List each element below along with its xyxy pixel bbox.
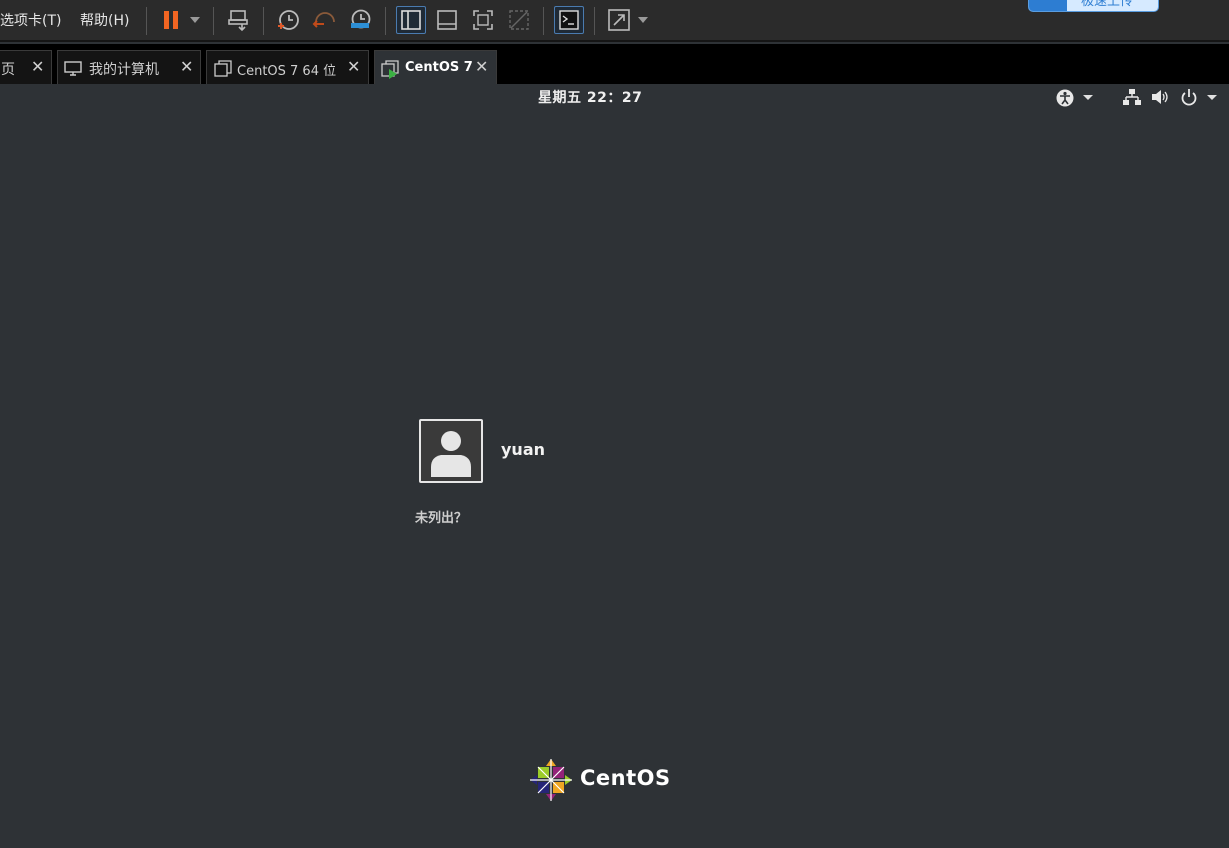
network-icon[interactable] xyxy=(1123,88,1141,106)
toolbar-separator xyxy=(543,7,544,35)
vm-icon xyxy=(214,60,232,77)
revert-snapshot-icon xyxy=(312,12,335,28)
tab-label: CentOS 7 xyxy=(405,60,473,75)
pause-button[interactable] xyxy=(156,6,186,34)
send-keys-icon xyxy=(228,10,248,32)
accessibility-icon[interactable] xyxy=(1055,88,1075,108)
close-icon[interactable]: ✕ xyxy=(180,57,193,76)
top-bar-clock[interactable]: 星期五 22：27 xyxy=(538,87,642,107)
stretch-button[interactable] xyxy=(604,6,634,34)
cloud-upload-label: 极速上传 xyxy=(1081,0,1134,9)
accessibility-dropdown-caret[interactable] xyxy=(1083,95,1093,100)
toolbar-separator xyxy=(213,7,214,35)
tab-home[interactable]: 页 ✕ xyxy=(0,50,52,84)
avatar xyxy=(419,419,483,483)
centos-logo-icon xyxy=(530,759,572,801)
thumbnail-view-icon xyxy=(437,10,457,30)
unity-button[interactable] xyxy=(504,6,534,34)
not-listed-link[interactable]: 未列出？ xyxy=(415,507,467,526)
vm-running-icon xyxy=(381,60,399,79)
cloud-logo-icon xyxy=(1029,0,1067,11)
cloud-upload-button[interactable]: 极速上传 xyxy=(1028,0,1159,12)
system-menu-dropdown-caret[interactable] xyxy=(1207,95,1217,100)
close-icon[interactable]: ✕ xyxy=(475,57,488,76)
volume-icon[interactable] xyxy=(1151,88,1169,106)
revert-snapshot-button[interactable] xyxy=(309,6,339,34)
close-icon[interactable]: ✕ xyxy=(347,57,360,76)
menu-tabs[interactable]: 选项卡(T) xyxy=(0,10,61,30)
toolbar-separator xyxy=(146,7,147,35)
stretch-icon xyxy=(608,9,630,31)
stretch-dropdown-caret[interactable] xyxy=(638,17,648,23)
guest-screen[interactable]: 星期五 22：27 yuan 未列出？ CentOS xyxy=(0,84,1229,848)
pause-dropdown-caret[interactable] xyxy=(190,17,200,23)
centos-wordmark: CentOS xyxy=(580,766,671,790)
snapshot-manager-icon xyxy=(351,9,371,29)
library-view-button[interactable] xyxy=(396,6,426,34)
power-icon[interactable] xyxy=(1180,88,1198,106)
username-label: yuan xyxy=(501,440,546,459)
toolbar-separator xyxy=(263,7,264,35)
tab-my-computer[interactable]: 我的计算机 ✕ xyxy=(57,50,201,84)
vm-tab-bar: 页 ✕ 我的计算机 ✕ CentOS 7 64 位 ✕ CentOS 7 ✕ xyxy=(0,44,1229,84)
toolbar-separator xyxy=(385,7,386,35)
library-view-icon xyxy=(401,10,421,30)
monitor-icon xyxy=(64,61,82,76)
thumbnail-view-button[interactable] xyxy=(432,6,462,34)
unity-icon xyxy=(509,10,529,30)
snapshot-button[interactable] xyxy=(273,6,303,34)
toolbar-separator xyxy=(594,7,595,35)
user-icon xyxy=(431,431,471,477)
vmware-toolbar: 选项卡(T) 帮助(H) 极速上传 xyxy=(0,0,1229,42)
full-screen-button[interactable] xyxy=(468,6,498,34)
console-icon xyxy=(559,10,579,30)
send-ctrl-alt-del-button[interactable] xyxy=(224,6,254,34)
pause-icon xyxy=(164,11,178,29)
menu-help[interactable]: 帮助(H) xyxy=(80,10,129,30)
tab-label: 页 xyxy=(1,62,15,78)
snapshot-icon xyxy=(278,10,299,30)
tab-centos-7[interactable]: CentOS 7 ✕ xyxy=(374,50,497,84)
tab-centos-7-64[interactable]: CentOS 7 64 位 ✕ xyxy=(206,50,369,84)
full-screen-icon xyxy=(473,10,493,30)
tab-label: 我的计算机 xyxy=(89,62,159,78)
console-button[interactable] xyxy=(554,6,584,34)
close-icon[interactable]: ✕ xyxy=(31,57,44,76)
tab-label: CentOS 7 64 位 xyxy=(237,64,337,79)
snapshot-manager-button[interactable] xyxy=(345,6,375,34)
